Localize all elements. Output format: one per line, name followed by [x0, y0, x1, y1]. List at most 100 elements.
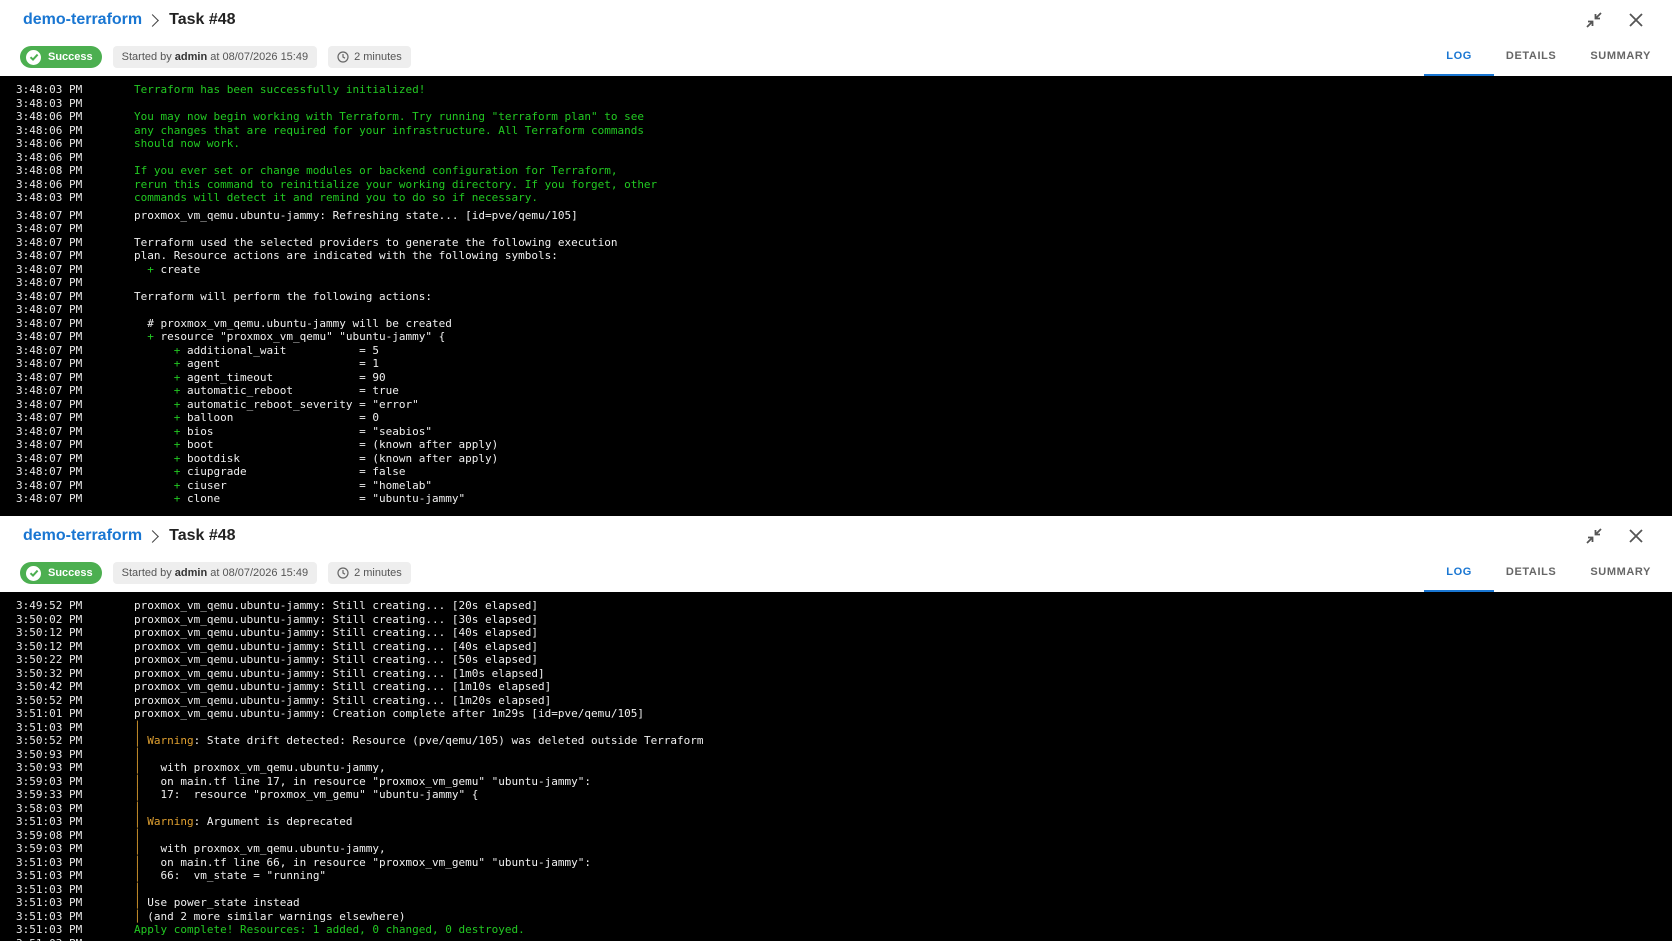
- log-line: 3:48:07 PM + boot = (known after apply): [0, 438, 1672, 452]
- log-timestamp: 3:48:07 PM: [16, 316, 83, 330]
- duration-chip: 2 minutes: [328, 46, 411, 68]
- breadcrumb-project-link[interactable]: demo-terraform: [23, 11, 142, 29]
- log-output[interactable]: 3:48:03 PM Terraform has been successfull…: [0, 76, 1672, 516]
- log-text: Terraform has been successfully initiali…: [134, 83, 426, 96]
- log-line: 3:48:07 PM Terraform will perform the fol…: [0, 290, 1672, 304]
- log-text: with proxmox_vm_qemu.ubuntu-jammy,: [147, 842, 386, 855]
- log-message: # proxmox_vm_qemu.ubuntu-jammy will be c…: [134, 317, 452, 331]
- log-line: 3:51:03 PM │ on main.tf line 66, in resou…: [0, 856, 1672, 870]
- log-timestamp: 3:48:06 PM: [16, 137, 83, 150]
- log-timestamp: 3:48:07 PM: [16, 384, 83, 397]
- log-output[interactable]: 3:49:52 PM proxmox_vm_qemu.ubuntu-jammy: …: [0, 592, 1672, 941]
- log-message: proxmox_vm_qemu.ubuntu-jammy: Still crea…: [134, 640, 538, 654]
- log-timestamp: 3:48:07 PM: [16, 424, 83, 438]
- log-timestamp: 3:51:03 PM: [16, 923, 83, 936]
- log-text: with proxmox_vm_qemu.ubuntu-jammy,: [147, 761, 386, 774]
- log-message: proxmox_vm_qemu.ubuntu-jammy: Still crea…: [134, 653, 538, 667]
- log-plus-marker: +: [134, 343, 187, 357]
- task-tabs: LOG DETAILS SUMMARY: [1416, 46, 1655, 76]
- log-line: 3:48:07 PM + additional_wait = 5: [0, 344, 1672, 358]
- log-text: proxmox_vm_qemu.ubuntu-jammy: Creation c…: [134, 707, 644, 720]
- log-warning-bar: │: [134, 801, 141, 815]
- log-message: should now work.: [134, 137, 240, 151]
- tab-details[interactable]: DETAILS: [1502, 562, 1560, 592]
- log-text: (and 2 more similar warnings elsewhere): [147, 909, 406, 923]
- log-timestamp: 3:48:07 PM: [16, 438, 83, 451]
- tab-log[interactable]: LOG: [1424, 562, 1494, 592]
- log-timestamp: 3:48:07 PM: [16, 303, 83, 316]
- log-message: │ Warning: State drift detected: Resourc…: [134, 734, 704, 748]
- log-timestamp: 3:58:03 PM: [16, 801, 83, 815]
- log-line: 3:48:07 PM: [0, 276, 1672, 290]
- log-text: commands will detect it and remind you t…: [134, 191, 538, 204]
- tab-summary[interactable]: SUMMARY: [1586, 562, 1655, 592]
- log-warning-bar: │: [134, 842, 141, 855]
- breadcrumb-project-link[interactable]: demo-terraform: [23, 527, 142, 545]
- log-message: │ on main.tf line 17, in resource "proxm…: [134, 775, 591, 789]
- log-plus-marker: +: [134, 370, 187, 384]
- log-line: 3:48:07 PM + automatic_reboot_severity =…: [0, 398, 1672, 412]
- log-plus-marker: +: [134, 330, 161, 343]
- log-plus-marker: +: [134, 411, 187, 424]
- started-user: admin: [174, 51, 208, 63]
- log-text: on main.tf line 66, in resource "proxmox…: [147, 855, 591, 869]
- log-line: 3:50:93 PM │ with proxmox_vm_qemu.ubuntu-…: [0, 761, 1672, 775]
- log-timestamp: 3:50:52 PM: [16, 693, 83, 707]
- log-warning-bar: │: [134, 828, 141, 842]
- task-panel-top: demo-terraform Task #48 Success Started …: [0, 0, 1672, 516]
- log-timestamp: 3:48:07 PM: [16, 222, 83, 235]
- log-message: proxmox_vm_qemu.ubuntu-jammy: Still crea…: [134, 667, 545, 681]
- log-plus-marker: +: [134, 438, 187, 451]
- task-header: demo-terraform Task #48 Success Started …: [0, 516, 1672, 592]
- log-timestamp: 3:59:08 PM: [16, 828, 83, 842]
- log-line: 3:48:07 PM + bios = "seabios": [0, 425, 1672, 439]
- tab-details[interactable]: DETAILS: [1502, 46, 1560, 76]
- tab-log[interactable]: LOG: [1424, 46, 1494, 76]
- log-timestamp: 3:48:07 PM: [16, 411, 83, 424]
- close-icon[interactable]: [1624, 10, 1648, 30]
- collapse-icon[interactable]: [1582, 10, 1606, 30]
- log-timestamp: 3:48:06 PM: [16, 150, 83, 164]
- log-line: 3:48:07 PM + ciupgrade = false: [0, 465, 1672, 479]
- log-warning-bar: │: [134, 896, 141, 909]
- log-message: + automatic_reboot = true: [134, 384, 399, 398]
- collapse-icon[interactable]: [1582, 526, 1606, 546]
- page-title: Task #48: [169, 527, 236, 544]
- log-warning-bar: │: [134, 909, 141, 923]
- log-message: + agent = 1: [134, 357, 379, 371]
- clock-icon: [337, 51, 350, 64]
- log-text: boot = (known after apply): [186, 438, 499, 451]
- clock-icon: [337, 567, 350, 580]
- log-warning-bar: │: [134, 815, 141, 828]
- log-line: 3:51:03 PM │: [0, 721, 1672, 735]
- log-timestamp: 3:51:03 PM: [16, 896, 83, 909]
- log-line: 3:50:22 PM proxmox_vm_qemu.ubuntu-jammy: …: [0, 653, 1672, 667]
- log-timestamp: 3:51:03 PM: [16, 909, 83, 923]
- log-plus-marker: +: [134, 262, 161, 276]
- log-timestamp: 3:51:01 PM: [16, 707, 83, 720]
- started-at-word: at: [210, 51, 220, 63]
- log-line: 3:51:03 PM Apply complete! Resources: 1 a…: [0, 923, 1672, 937]
- log-message: + create: [134, 263, 200, 277]
- log-warning-bar: │: [134, 747, 141, 761]
- log-line: 3:50:52 PM │ Warning: State drift detecte…: [0, 734, 1672, 748]
- log-line: 3:51:03 PM │ Warning: Argument is depreca…: [0, 815, 1672, 829]
- chevron-right-icon: [146, 529, 160, 543]
- log-message: Terraform has been successfully initiali…: [134, 83, 425, 97]
- close-icon[interactable]: [1624, 526, 1648, 546]
- log-timestamp: 3:50:22 PM: [16, 653, 83, 666]
- log-timestamp: 3:48:07 PM: [16, 262, 83, 276]
- log-message: proxmox_vm_qemu.ubuntu-jammy: Still crea…: [134, 613, 538, 627]
- log-text: proxmox_vm_qemu.ubuntu-jammy: Still crea…: [134, 680, 552, 693]
- log-message: │ Use power_state instead: [134, 896, 300, 910]
- log-timestamp: 3:48:07 PM: [16, 235, 83, 249]
- log-message: + automatic_reboot_severity = "error": [134, 398, 419, 412]
- log-plus-marker: +: [134, 424, 187, 438]
- started-datetime: 08/07/2026 15:49: [222, 51, 309, 63]
- log-text: balloon = 0: [186, 411, 380, 424]
- tab-summary[interactable]: SUMMARY: [1586, 46, 1655, 76]
- log-line: 3:51:01 PM proxmox_vm_qemu.ubuntu-jammy: …: [0, 707, 1672, 721]
- log-message: │ 66: vm_state = "running": [134, 869, 326, 883]
- log-line: 3:59:03 PM │ on main.tf line 17, in resou…: [0, 775, 1672, 789]
- log-timestamp: 3:48:07 PM: [16, 276, 83, 289]
